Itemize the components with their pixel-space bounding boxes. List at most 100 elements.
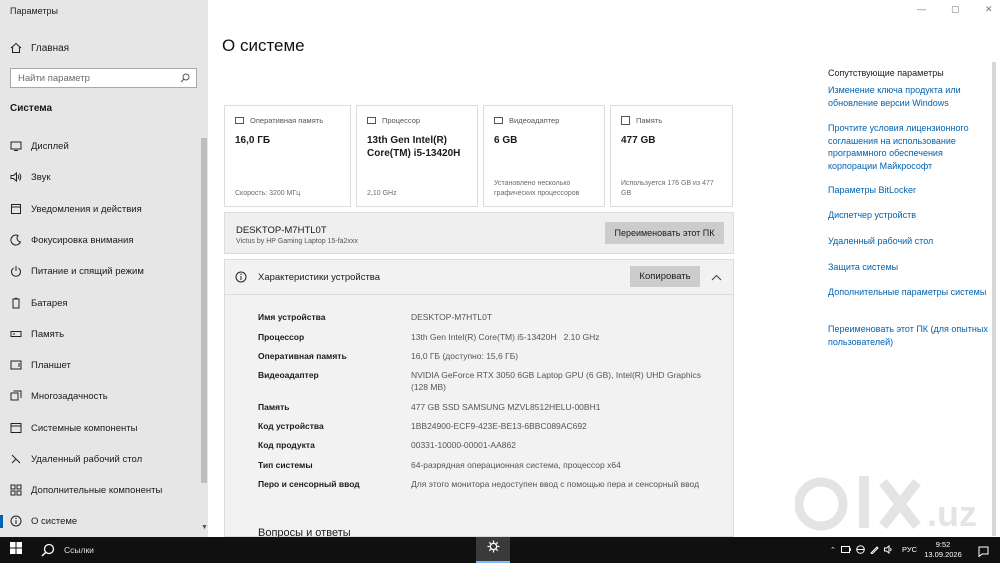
clock-date: 13.09.2026 (924, 550, 962, 559)
card-value: 13th Gen Intel(R) Core(TM) i5-13420H (367, 135, 461, 159)
info-icon (235, 270, 247, 288)
notifications-icon (10, 203, 22, 215)
copy-button[interactable]: Копировать (630, 266, 700, 287)
spec-row: Тип системы 64-разрядная операционная сис… (258, 459, 728, 471)
sidebar-item-multitasking[interactable]: Многозадачность (0, 384, 200, 408)
system-tray: ⌃ (830, 537, 894, 563)
ram-icon (235, 116, 245, 125)
search-icon (180, 73, 190, 86)
spec-label: Оперативная память (258, 351, 347, 361)
olx-watermark-logo: .uz (794, 468, 1000, 537)
card-subtext: Установлено несколько графических процес… (494, 180, 580, 197)
sidebar-item-focus-assist[interactable]: Фокусировка внимания (0, 228, 200, 252)
device-specs-header[interactable]: Характеристики устройства Копировать (225, 260, 733, 295)
spec-value: 16,0 ГБ (доступно: 15,6 ГБ) (411, 351, 519, 361)
sidebar-item-storage[interactable]: Память (0, 322, 200, 346)
minimize-button[interactable]: — (917, 4, 926, 14)
main-scrollbar[interactable] (992, 62, 996, 536)
about-icon (10, 515, 22, 527)
close-button[interactable]: ✕ (985, 4, 993, 15)
pen-icon[interactable] (870, 545, 879, 556)
sidebar-item-system-components[interactable]: Системные компоненты (0, 416, 200, 440)
related-link-license-terms[interactable]: Прочтите условия лицензионного соглашени… (828, 122, 988, 172)
storage-card: Память 477 GB Используется 176 GB из 477… (610, 105, 733, 207)
taskbar-search[interactable]: Ссылки (32, 537, 234, 563)
spec-label: Код устройства (258, 421, 324, 431)
sidebar-item-label: Удаленный рабочий стол (31, 453, 143, 465)
related-settings-title: Сопутствующие параметры (828, 68, 944, 78)
sidebar-item-label: Питание и спящий режим (31, 265, 144, 277)
related-link-advanced-system-settings[interactable]: Дополнительные параметры системы (828, 286, 988, 299)
chevron-up-icon[interactable]: ⌃ (830, 546, 836, 554)
home-label: Главная (31, 42, 70, 54)
sidebar-item-label: Батарея (31, 297, 68, 309)
sidebar-item-optional-features[interactable]: Дополнительные компоненты (0, 478, 200, 502)
device-specs-panel: Характеристики устройства Копировать Имя… (224, 259, 734, 539)
notification-center-icon[interactable] (978, 544, 989, 562)
sidebar-item-label: Фокусировка внимания (31, 234, 134, 246)
gpu-card: Видеоадаптер 6 GB Установлено несколько … (483, 105, 605, 207)
card-subtext: 2,10 GHz (367, 190, 397, 197)
related-link-rename-pc-advanced[interactable]: Переименовать этот ПК (для опытных польз… (828, 323, 988, 348)
maximize-button[interactable]: ▢ (951, 4, 960, 15)
language-indicator[interactable]: РУС (902, 545, 917, 554)
app-title: Параметры (10, 6, 58, 16)
sidebar-item-sound[interactable]: Звук (0, 165, 200, 189)
sidebar-item-label: О системе (31, 515, 78, 527)
sidebar-item-tablet[interactable]: Планшет (0, 353, 200, 377)
gpu-icon (494, 116, 504, 125)
spec-label: Имя устройства (258, 312, 326, 322)
related-link-device-manager[interactable]: Диспетчер устройств (828, 209, 988, 222)
spec-label: Процессор (258, 332, 305, 342)
chevron-up-icon[interactable] (711, 269, 722, 287)
network-icon[interactable] (856, 544, 865, 556)
sidebar-item-label: Дисплей (31, 140, 69, 152)
sidebar-item-display[interactable]: Дисплей (0, 134, 200, 158)
volume-icon[interactable] (883, 544, 894, 556)
spec-value: Для этого монитора недоступен ввод с пом… (411, 479, 700, 489)
spec-label: Код продукта (258, 440, 315, 450)
gear-icon (487, 540, 500, 558)
sidebar-item-notifications[interactable]: Уведомления и действия (0, 197, 200, 221)
related-link-bitlocker[interactable]: Параметры BitLocker (828, 184, 988, 197)
multitasking-icon (10, 390, 22, 402)
cpu-card: Процессор 13th Gen Intel(R) Core(TM) i5-… (356, 105, 478, 207)
clock[interactable]: 9:52 13.09.2026 (920, 540, 966, 560)
related-link-change-product-key[interactable]: Изменение ключа продукта или обновление … (828, 84, 988, 109)
cpu-icon (367, 116, 377, 125)
spec-value: 00331-10000-00001-AA862 (411, 440, 516, 450)
spec-row: Процессор 13th Gen Intel(R) Core(TM) i5-1… (258, 331, 728, 343)
display-icon (10, 140, 22, 152)
sidebar-item-battery[interactable]: Батарея (0, 291, 200, 315)
spec-row: Имя устройства DESKTOP-M7HTL0T (258, 311, 728, 323)
spec-row: Код продукта 00331-10000-00001-AA862 (258, 439, 728, 451)
card-value: 477 GB (621, 135, 656, 146)
start-button[interactable] (0, 537, 32, 563)
sidebar-item-label: Уведомления и действия (31, 203, 142, 215)
battery-icon[interactable] (840, 545, 851, 555)
card-label: Оперативная память (250, 116, 324, 125)
related-link-system-protection[interactable]: Защита системы (828, 261, 988, 274)
spec-label: Память (258, 402, 290, 412)
sidebar-item-remote-desktop[interactable]: Удаленный рабочий стол (0, 447, 200, 471)
system-components-icon (10, 422, 22, 434)
spec-row: Память 477 GB SSD SAMSUNG MZVL8512HELU-00… (258, 401, 728, 413)
sidebar-item-label: Дополнительные компоненты (31, 484, 163, 496)
rename-pc-button[interactable]: Переименовать этот ПК (605, 222, 724, 244)
card-value: 6 GB (494, 135, 518, 146)
focus-assist-icon (10, 234, 22, 246)
pc-name-panel: DESKTOP-M7HTL0T Victus by HP Gaming Lapt… (224, 212, 734, 254)
card-subtext: Используется 176 GB из 477 GB (621, 180, 714, 197)
related-link-remote-desktop[interactable]: Удаленный рабочий стол (828, 235, 988, 248)
sidebar-item-power[interactable]: Питание и спящий режим (0, 259, 200, 283)
sidebar-scrollbar[interactable] (201, 138, 207, 483)
sidebar-item-label: Память (31, 328, 65, 340)
scroll-down-arrow-icon[interactable]: ▼ (201, 524, 208, 531)
device-name: DESKTOP-M7HTL0T (236, 225, 327, 236)
sidebar-item-about[interactable]: О системе (0, 509, 200, 533)
home-link[interactable]: Главная (10, 41, 69, 55)
spec-value: NVIDIA GeForce RTX 3050 6GB Laptop GPU (… (411, 370, 701, 392)
search-input[interactable]: Найти параметр (10, 68, 197, 88)
spec-value: DESKTOP-M7HTL0T (411, 312, 493, 322)
taskbar-settings-app[interactable] (476, 537, 510, 563)
